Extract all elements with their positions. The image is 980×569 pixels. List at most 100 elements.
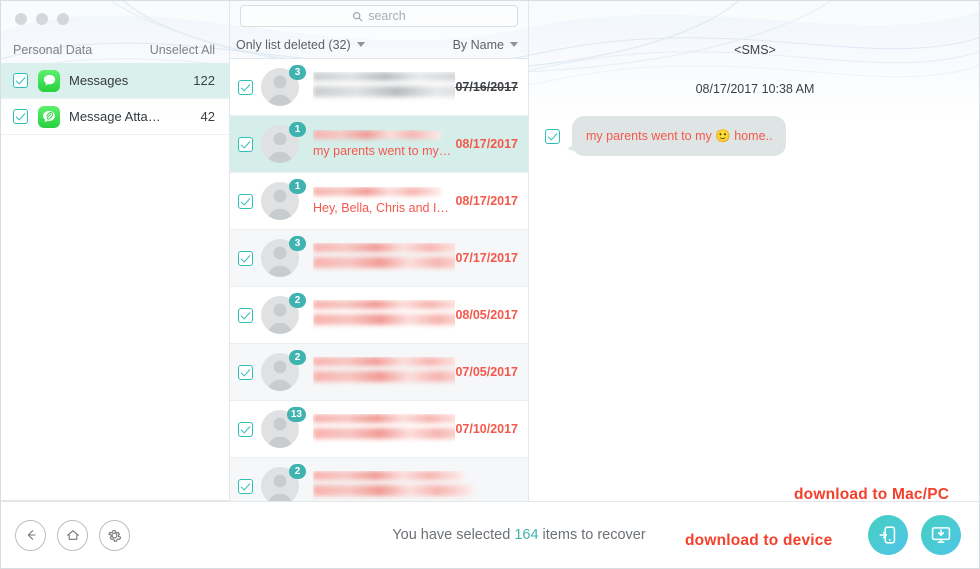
app-window: Personal Data Unselect All Messages 122 …: [0, 0, 980, 569]
sidebar-item-message-attachments[interactable]: Message Atta… 42: [1, 99, 229, 135]
unread-badge: 2: [289, 464, 306, 479]
contact-name-redacted: [313, 243, 456, 252]
monitor-download-icon: [931, 527, 951, 543]
sort-label: By Name: [452, 37, 504, 52]
sms-panel-title: <SMS>: [734, 43, 776, 57]
unread-badge: 2: [289, 293, 306, 308]
table-row[interactable]: 1 Hey, Bella, Chris and I… 08/17/2017: [230, 173, 528, 230]
avatar: 2: [261, 464, 306, 501]
sidebar-item-count: 122: [193, 73, 215, 88]
conversation-rows[interactable]: 3 07/16/2017 1 my parents went to my… 08/17/…: [230, 59, 528, 501]
avatar: 2: [261, 293, 306, 334]
search-icon: [353, 11, 363, 21]
row-body: [313, 300, 456, 330]
sms-timestamp: 08/17/2017 10:38 AM: [695, 82, 815, 96]
row-checkbox[interactable]: [238, 136, 253, 152]
zoom-button[interactable]: [57, 13, 69, 25]
list-filter-bar: Only list deleted (32) By Name: [230, 31, 528, 59]
message-preview-redacted: [313, 257, 456, 268]
download-to-computer-button[interactable]: [921, 515, 961, 555]
message-attachments-checkbox[interactable]: [13, 109, 28, 124]
download-to-device-button[interactable]: [868, 515, 908, 555]
sms-message-bubble: my parents went to my 🙂 home..: [566, 116, 787, 157]
sidebar: Personal Data Unselect All Messages 122 …: [1, 1, 229, 501]
unread-badge: 3: [289, 65, 306, 80]
row-checkbox[interactable]: [238, 421, 253, 437]
message-preview-redacted: [313, 314, 456, 325]
row-body: my parents went to my…: [313, 130, 455, 158]
row-checkbox[interactable]: [238, 250, 253, 266]
sms-message-row: my parents went to my 🙂 home..: [530, 116, 979, 157]
contact-name-redacted: [313, 300, 456, 309]
unread-badge: 3: [289, 236, 306, 251]
row-body: [313, 471, 518, 501]
row-body: [313, 357, 456, 387]
contact-name-redacted: [313, 72, 456, 81]
back-button[interactable]: [15, 519, 46, 551]
personal-data-title: Personal Data: [13, 43, 93, 57]
row-date: 07/17/2017: [455, 251, 518, 265]
messages-icon: [38, 69, 60, 92]
row-date: 07/05/2017: [455, 365, 518, 379]
message-preview-redacted: [313, 428, 456, 439]
table-row[interactable]: 13 07/10/2017: [230, 401, 528, 458]
row-checkbox[interactable]: [238, 193, 253, 209]
contact-name-redacted: [313, 130, 441, 139]
unread-badge: 2: [289, 350, 306, 365]
chevron-down-icon: [356, 42, 365, 47]
table-row[interactable]: 2: [230, 458, 528, 501]
unread-badge: 1: [289, 122, 306, 137]
row-date: 07/10/2017: [455, 422, 518, 436]
gear-icon: [108, 529, 122, 542]
filter-label: Only list deleted (32): [236, 37, 351, 52]
message-attachment-icon: [38, 105, 60, 128]
home-icon: [66, 530, 79, 540]
sort-dropdown[interactable]: By Name: [453, 38, 518, 52]
close-button[interactable]: [15, 13, 27, 25]
search-area: search: [230, 1, 528, 31]
contact-name-redacted: [313, 357, 456, 366]
settings-button[interactable]: [99, 519, 130, 551]
unread-badge: 13: [286, 407, 306, 422]
row-checkbox[interactable]: [238, 79, 253, 95]
table-row[interactable]: 2 08/05/2017: [230, 287, 528, 344]
sidebar-item-messages[interactable]: Messages 122: [1, 63, 229, 99]
row-date: 07/16/2017: [455, 80, 518, 94]
annotation-download-to-mac-pc: download to Mac/PC: [793, 485, 951, 505]
home-button[interactable]: [57, 519, 88, 551]
message-preview: Hey, Bella, Chris and I…: [313, 201, 449, 215]
row-checkbox[interactable]: [238, 307, 253, 323]
search-input[interactable]: search: [240, 5, 518, 27]
sms-message-checkbox[interactable]: [545, 128, 560, 144]
message-preview: my parents went to my…: [313, 144, 452, 158]
search-placeholder: search: [368, 9, 406, 23]
unread-badge: 1: [289, 179, 306, 194]
table-row[interactable]: 1 my parents went to my… 08/17/2017: [230, 116, 528, 173]
window-titlebar: [1, 1, 229, 37]
row-date: 08/17/2017: [455, 137, 518, 151]
table-row[interactable]: 2 07/05/2017: [230, 344, 528, 401]
contact-name-redacted: [313, 187, 441, 196]
sidebar-header: Personal Data Unselect All: [1, 37, 229, 63]
avatar: 1: [261, 179, 306, 220]
conversation-list-column: search Only list deleted (32) By Name 3 0…: [229, 1, 529, 501]
table-row[interactable]: 3 07/16/2017: [230, 59, 528, 116]
status-prefix: You have selected: [392, 527, 511, 543]
contact-name-redacted: [313, 471, 463, 480]
messages-checkbox[interactable]: [13, 73, 28, 88]
arrow-left-icon: [27, 530, 36, 540]
minimize-button[interactable]: [36, 13, 48, 25]
row-body: [313, 72, 456, 102]
row-checkbox[interactable]: [238, 478, 253, 494]
message-preview-redacted: [313, 485, 473, 496]
table-row[interactable]: 3 07/17/2017: [230, 230, 528, 287]
row-checkbox[interactable]: [238, 364, 253, 380]
status-suffix: items to recover: [542, 527, 646, 543]
sidebar-item-label: Message Atta…: [69, 109, 161, 124]
filter-deleted-dropdown[interactable]: Only list deleted (32): [236, 38, 365, 52]
avatar: 3: [261, 65, 306, 106]
row-body: [313, 243, 456, 273]
annotation-download-to-device: download to device: [684, 531, 834, 551]
status-count: 164: [514, 527, 539, 543]
unselect-all-button[interactable]: Unselect All: [150, 43, 215, 57]
